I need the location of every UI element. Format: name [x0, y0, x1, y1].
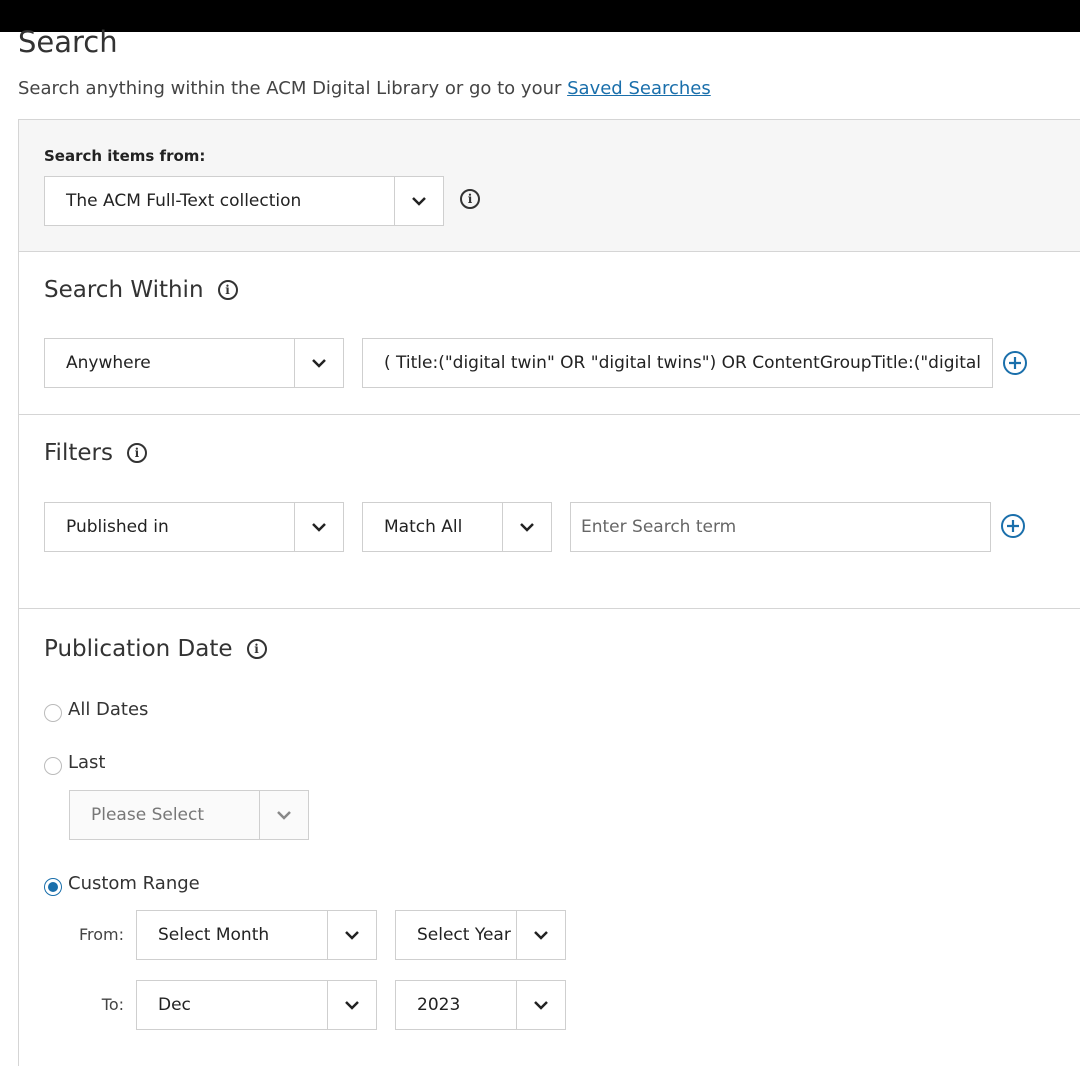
search-field-value: Anywhere [66, 353, 151, 373]
chevron-down-icon[interactable] [394, 177, 443, 225]
radio-custom-range-button[interactable] [44, 877, 62, 896]
search-within-heading: Search Within i [44, 277, 238, 303]
info-icon[interactable]: i [217, 280, 238, 300]
from-year-value: Select Year [417, 925, 511, 945]
radio-last[interactable]: Last [44, 752, 106, 775]
radio-last-button[interactable] [44, 756, 62, 775]
publication-date-heading: Publication Date i [44, 636, 267, 662]
to-label: To: [101, 995, 124, 1014]
radio-last-label: Last [68, 752, 106, 773]
info-icon[interactable]: i [126, 443, 147, 463]
radio-custom-range-label: Custom Range [68, 873, 200, 894]
chevron-down-icon[interactable] [259, 791, 308, 839]
to-year-value: 2023 [417, 995, 461, 1015]
from-month-value: Select Month [158, 925, 270, 945]
from-label: From: [78, 925, 124, 944]
filter-field-select[interactable]: Published in [44, 502, 344, 552]
search-within-title: Search Within [44, 277, 204, 303]
plus-circle-icon[interactable] [1000, 513, 1026, 539]
collection-select-value: The ACM Full-Text collection [66, 191, 302, 211]
search-query-input[interactable]: ( Title:("digital twin" OR "digital twin… [362, 338, 993, 388]
info-icon[interactable]: i [246, 639, 267, 659]
radio-custom-range[interactable]: Custom Range [44, 873, 200, 896]
saved-searches-link[interactable]: Saved Searches [567, 78, 711, 99]
top-bar [0, 0, 1080, 32]
publication-date-section: Publication Date i All Dates Last Please… [19, 609, 1080, 1066]
to-month-value: Dec [158, 995, 191, 1015]
filters-title: Filters [44, 440, 113, 466]
search-within-section: Search Within i Anywhere ( Title:("digit… [19, 252, 1080, 415]
chevron-down-icon[interactable] [516, 911, 565, 959]
search-items-section: Search items from: The ACM Full-Text col… [19, 120, 1080, 252]
to-month-select[interactable]: Dec [136, 980, 377, 1030]
filter-match-value: Match All [384, 517, 463, 537]
last-period-value: Please Select [91, 805, 205, 825]
chevron-down-icon[interactable] [502, 503, 551, 551]
publication-date-title: Publication Date [44, 636, 233, 662]
last-period-select[interactable]: Please Select [69, 790, 309, 840]
radio-all-dates-label: All Dates [68, 699, 149, 720]
chevron-down-icon[interactable] [327, 981, 376, 1029]
chevron-down-icon[interactable] [294, 503, 343, 551]
collection-select[interactable]: The ACM Full-Text collection [44, 176, 444, 226]
info-icon[interactable]: i [460, 189, 480, 209]
filter-field-value: Published in [66, 517, 169, 537]
chevron-down-icon[interactable] [516, 981, 565, 1029]
intro-text: Search anything within the ACM Digital L… [18, 77, 711, 101]
intro-label: Search anything within the ACM Digital L… [18, 78, 568, 99]
filter-term-input[interactable]: Enter Search term [570, 502, 991, 552]
chevron-down-icon[interactable] [294, 339, 343, 387]
from-year-select[interactable]: Select Year [395, 910, 566, 960]
radio-all-dates-button[interactable] [44, 703, 62, 722]
plus-circle-icon[interactable] [1002, 350, 1028, 376]
filters-heading: Filters i [44, 440, 147, 466]
to-year-select[interactable]: 2023 [395, 980, 566, 1030]
filters-section: Filters i Published in Match All Enter S… [19, 415, 1080, 609]
search-items-label: Search items from: [44, 147, 206, 165]
filter-match-select[interactable]: Match All [362, 502, 552, 552]
from-month-select[interactable]: Select Month [136, 910, 377, 960]
page-title: Search [18, 25, 118, 58]
advanced-search-panel: Search items from: The ACM Full-Text col… [18, 119, 1080, 1066]
radio-all-dates[interactable]: All Dates [44, 699, 149, 722]
chevron-down-icon[interactable] [327, 911, 376, 959]
search-field-select[interactable]: Anywhere [44, 338, 344, 388]
